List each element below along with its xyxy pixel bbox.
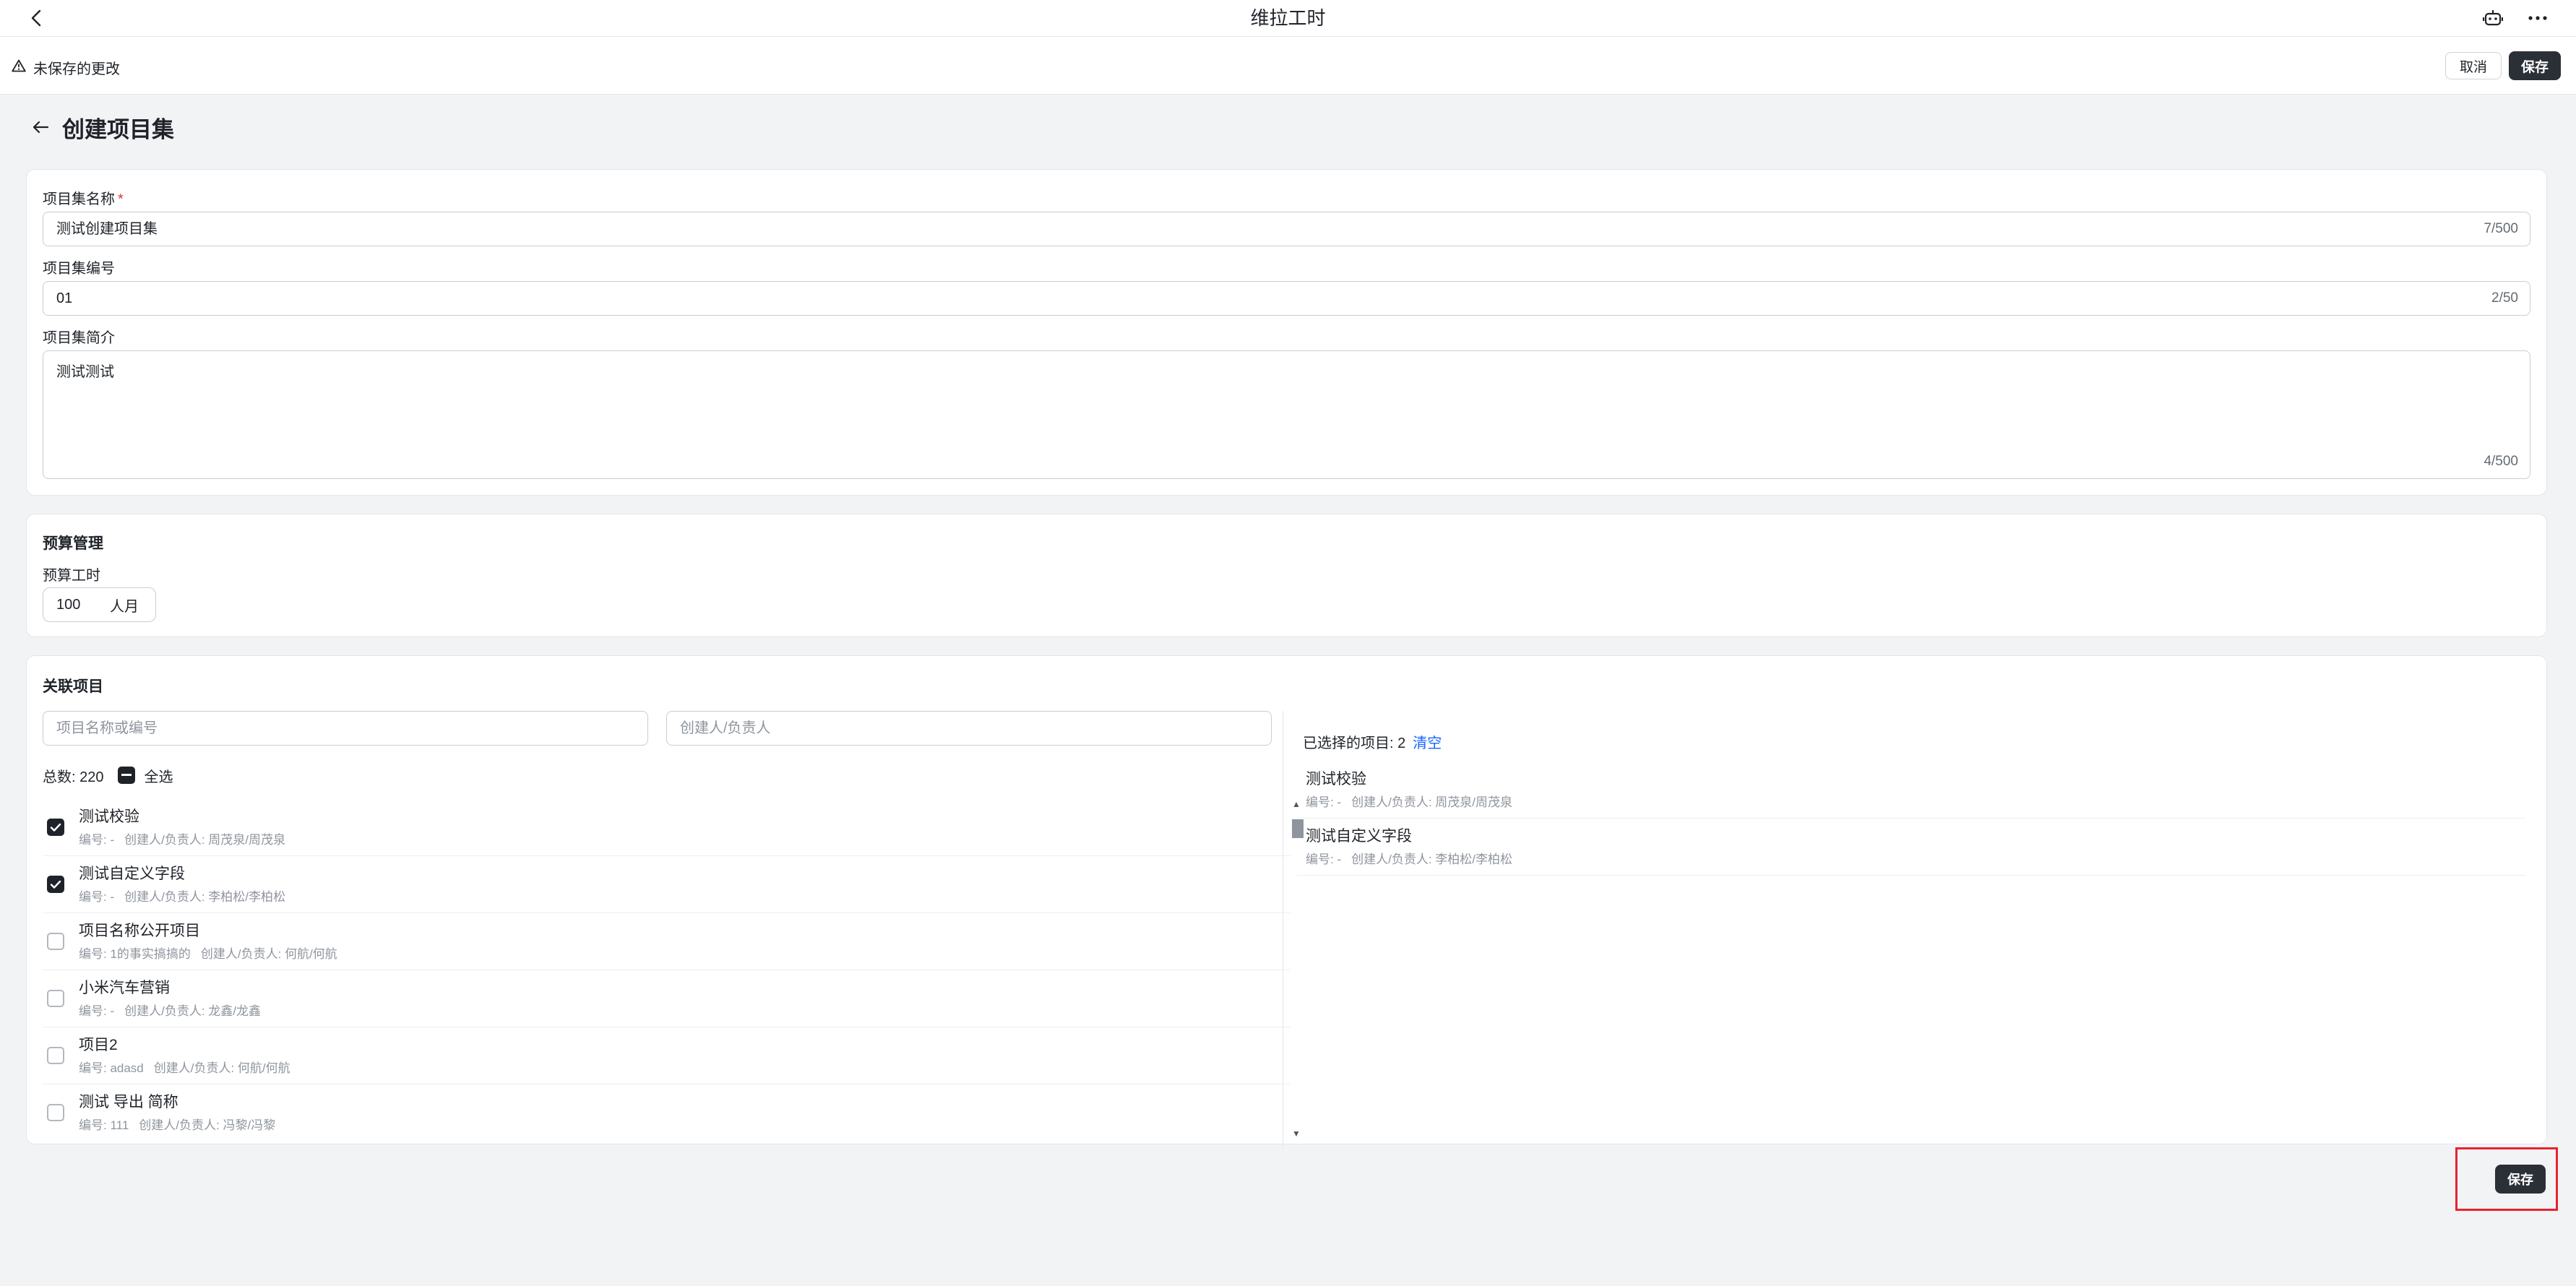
budget-hours-label: 预算工时 xyxy=(43,568,100,584)
selected-projects-panel: 已选择的项目: 2 清空 测试校验 编号: - 创建人/负责人: 周茂泉/周茂泉 测试… xyxy=(1291,711,2534,1149)
project-code: 编号: - xyxy=(79,833,115,847)
selected-project-owner: 创建人/负责人: 周茂泉/周茂泉 xyxy=(1351,795,1513,809)
project-owner: 创建人/负责人: 李柏松/李柏松 xyxy=(124,890,286,904)
project-name: 测试校验 xyxy=(79,808,139,825)
project-meta: 编号: - 创建人/负责人: 龙鑫/龙鑫 xyxy=(79,1001,261,1019)
cancel-button[interactable]: 取消 xyxy=(2445,52,2502,79)
project-meta: 编号: - 创建人/负责人: 李柏松/李柏松 xyxy=(79,886,285,905)
selected-project-meta: 编号: - 创建人/负责人: 周茂泉/周茂泉 xyxy=(1306,792,1512,810)
project-set-name-input[interactable]: 测试创建项目集 7/500 xyxy=(43,212,2530,246)
selected-header: 已选择的项目: 2 清空 xyxy=(1303,731,1442,752)
selected-project-item: 测试校验编号: - 创建人/负责人: 周茂泉/周茂泉 xyxy=(1297,761,2525,819)
top-app-bar: 维拉工时 xyxy=(0,0,2576,37)
project-checkbox[interactable] xyxy=(47,1104,64,1121)
project-owner: 创建人/负责人: 冯黎/冯黎 xyxy=(139,1118,276,1132)
project-checkbox[interactable] xyxy=(47,933,64,950)
name-field-label: 项目集名称 * xyxy=(43,191,124,207)
unsaved-warning: 未保存的更改 xyxy=(12,57,120,78)
intro-field-label: 项目集简介 xyxy=(43,330,115,346)
project-owner: 创建人/负责人: 何航/何航 xyxy=(200,947,337,961)
page-heading: 创建项目集 xyxy=(30,111,174,143)
project-checkbox[interactable] xyxy=(47,819,64,836)
selected-project-item: 测试自定义字段编号: - 创建人/负责人: 李柏松/李柏松 xyxy=(1297,819,2525,876)
unsaved-message: 未保存的更改 xyxy=(33,61,120,77)
basic-info-card: 项目集名称 * 测试创建项目集 7/500 项目集编号 01 2/50 项目集简介… xyxy=(26,169,2547,496)
project-name: 项目名称公开项目 xyxy=(79,923,200,939)
project-list-item[interactable]: 测试自定义字段 编号: - 创建人/负责人: 李柏松/李柏松 xyxy=(43,856,1291,913)
select-all-label[interactable]: 全选 xyxy=(144,765,173,786)
total-count: 总数: 220 xyxy=(43,769,104,785)
selected-project-name: 测试自定义字段 xyxy=(1306,828,1412,845)
name-char-counter: 7/500 xyxy=(2484,221,2518,236)
project-list-item[interactable]: 项目2 编号: adasd 创建人/负责人: 何航/何航 xyxy=(43,1027,1291,1084)
project-list: 测试校验 编号: - 创建人/负责人: 周茂泉/周茂泉 测试自定义字段 编号: - 创建人… xyxy=(43,799,1291,1139)
project-code: 编号: - xyxy=(79,1004,115,1018)
save-button-top[interactable]: 保存 xyxy=(2509,51,2561,80)
project-search-input[interactable]: 项目名称或编号 xyxy=(43,711,648,746)
selected-project-code: 编号: - xyxy=(1306,853,1342,866)
back-arrow-icon[interactable] xyxy=(25,6,49,30)
project-set-code-input[interactable]: 01 2/50 xyxy=(43,281,2530,316)
project-checkbox[interactable] xyxy=(47,990,64,1007)
code-field-label: 项目集编号 xyxy=(43,261,115,277)
project-owner: 创建人/负责人: 周茂泉/周茂泉 xyxy=(124,833,286,847)
project-name: 测试自定义字段 xyxy=(79,866,185,882)
project-set-intro-textarea[interactable]: 测试测试 4/500 xyxy=(43,350,2530,479)
budget-hours-input[interactable]: 100 人月 xyxy=(43,587,156,622)
selected-project-code: 编号: - xyxy=(1306,795,1342,809)
selected-project-owner: 创建人/负责人: 李柏松/李柏松 xyxy=(1351,853,1513,866)
more-icon[interactable] xyxy=(2523,5,2552,31)
project-name: 测试 导出 简称 xyxy=(79,1094,178,1110)
budget-unit: 人月 xyxy=(110,598,139,615)
project-list-item[interactable]: 项目名称公开项目 编号: 1的事实搞搞的 创建人/负责人: 何航/何航 xyxy=(43,913,1291,970)
project-meta: 编号: 1的事实搞搞的 创建人/负责人: 何航/何航 xyxy=(79,944,337,962)
back-arrow-icon[interactable] xyxy=(30,117,51,137)
project-list-item[interactable]: 测试 导出 简称 编号: 111 创建人/负责人: 冯黎/冯黎 xyxy=(43,1084,1291,1139)
project-meta: 编号: adasd 创建人/负责人: 何航/何航 xyxy=(79,1058,290,1076)
project-owner: 创建人/负责人: 龙鑫/龙鑫 xyxy=(124,1004,262,1018)
project-code: 编号: - xyxy=(79,890,115,904)
intro-char-counter: 4/500 xyxy=(2484,454,2518,469)
budget-value: 100 xyxy=(56,596,81,613)
project-code: 编号: 1的事实搞搞的 xyxy=(79,947,191,961)
total-row: 总数: 220 全选 xyxy=(43,764,173,786)
app-title: 维拉工时 xyxy=(1250,7,1326,29)
code-value: 01 xyxy=(56,290,73,306)
project-code: 编号: adasd xyxy=(79,1061,144,1075)
project-checkbox[interactable] xyxy=(47,1047,64,1064)
save-button-bottom[interactable]: 保存 xyxy=(2495,1165,2546,1194)
project-list-item[interactable]: 小米汽车营销 编号: - 创建人/负责人: 龙鑫/龙鑫 xyxy=(43,970,1291,1027)
project-name: 小米汽车营销 xyxy=(79,980,170,996)
robot-icon[interactable] xyxy=(2480,5,2506,31)
selected-project-name: 测试校验 xyxy=(1306,771,1366,787)
project-name: 项目2 xyxy=(79,1037,118,1053)
owner-search-input[interactable]: 创建人/负责人 xyxy=(666,711,1272,746)
code-char-counter: 2/50 xyxy=(2491,290,2518,306)
page-title: 创建项目集 xyxy=(62,116,174,142)
name-value: 测试创建项目集 xyxy=(56,221,158,237)
unsaved-changes-bar: 未保存的更改 取消 保存 xyxy=(0,37,2576,95)
intro-value: 测试测试 xyxy=(56,364,114,380)
clear-selection-link[interactable]: 清空 xyxy=(1413,731,1442,752)
budget-card: 预算管理 预算工时 100 人月 xyxy=(26,514,2547,637)
project-code: 编号: 111 xyxy=(79,1118,129,1132)
related-projects-card: 关联项目 项目名称或编号 创建人/负责人 总数: 220 全选 测试校验编号: … xyxy=(26,655,2547,1149)
selected-count: 已选择的项目: 2 xyxy=(1303,735,1406,751)
selected-project-meta: 编号: - 创建人/负责人: 李柏松/李柏松 xyxy=(1306,849,1512,867)
project-list-item[interactable]: 测试校验编号: - 创建人/负责人: 周茂泉/周茂泉 xyxy=(43,799,1291,856)
budget-section-title: 预算管理 xyxy=(43,535,103,552)
warning-icon xyxy=(12,59,26,77)
project-meta: 编号: - 创建人/负责人: 周茂泉/周茂泉 xyxy=(79,829,285,847)
related-section-title: 关联项目 xyxy=(43,678,103,695)
select-all-checkbox[interactable] xyxy=(118,767,136,784)
project-owner: 创建人/负责人: 何航/何航 xyxy=(153,1061,290,1075)
project-checkbox[interactable] xyxy=(47,876,64,893)
project-meta: 编号: 111 创建人/负责人: 冯黎/冯黎 xyxy=(79,1115,275,1133)
